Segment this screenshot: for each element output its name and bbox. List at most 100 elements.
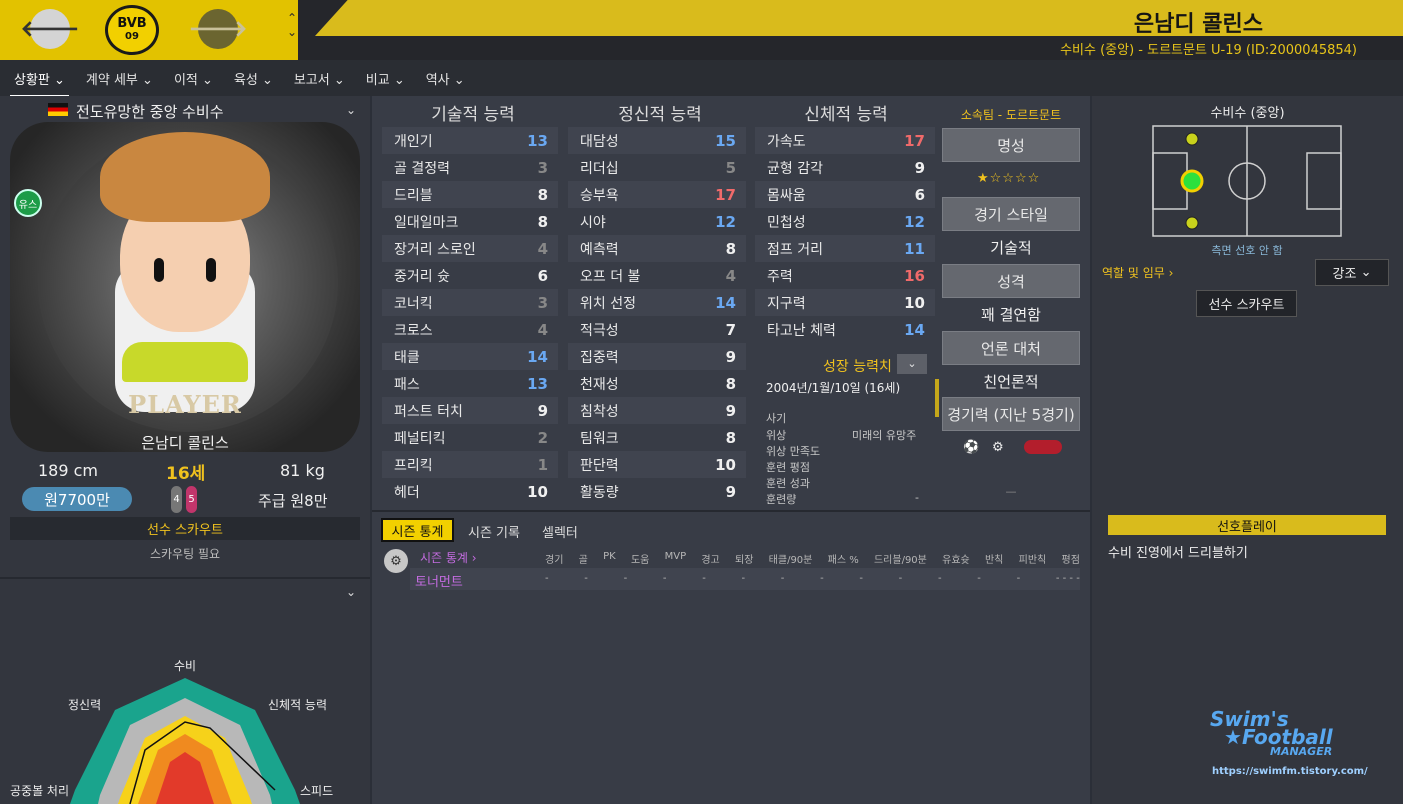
stats-column-header[interactable]: 반칙 [985, 551, 1003, 566]
club-label: 소속팀 - 도르트문트 [960, 108, 1062, 122]
mental-attribute-row[interactable]: 천재성 8 [568, 370, 746, 397]
growth-dropdown[interactable]: ⌄ [897, 354, 927, 374]
menu-overview[interactable]: 상황판 ⌄ [10, 63, 69, 98]
menu-development[interactable]: 육성 ⌄ [230, 63, 277, 94]
physical-attribute-row[interactable]: 민첩성 12 [755, 208, 935, 235]
menu-contract[interactable]: 계약 세부 ⌄ [82, 63, 157, 94]
physical-attribute-row[interactable]: 몸싸움 6 [755, 181, 935, 208]
technical-attribute-row[interactable]: 헤더 10 [382, 478, 558, 505]
emphasis-dropdown[interactable]: 강조 ⌄ [1315, 259, 1389, 286]
physical-attribute-row[interactable]: 점프 거리 11 [755, 235, 935, 262]
stats-column-header[interactable]: 평점 [1062, 551, 1080, 566]
stats-column-header[interactable]: MVP [665, 551, 687, 566]
stats-column-header[interactable]: 드리블/90분 [874, 551, 927, 566]
tab-season-stats[interactable]: 시즌 통계 [381, 518, 454, 542]
attribute-value: 6 [537, 266, 548, 285]
technical-attribute-row[interactable]: 프리킥 1 [382, 451, 558, 478]
tab-season-records[interactable]: 시즌 기록 [468, 522, 520, 541]
technical-attribute-row[interactable]: 골 결정력 3 [382, 154, 558, 181]
menu-compare[interactable]: 비교 ⌄ [362, 63, 409, 94]
physical-attribute-row[interactable]: 타고난 체력 14 [755, 316, 935, 343]
form-button[interactable]: 경기력 (지난 5경기) [942, 397, 1080, 431]
physical-attribute-row[interactable]: 주력 16 [755, 262, 935, 289]
attribute-name: 판단력 [580, 457, 619, 474]
technical-attribute-row[interactable]: 개인기 13 [382, 127, 558, 154]
physical-attribute-row[interactable]: 지구력 10 [755, 289, 935, 316]
tab-selector[interactable]: 셀렉터 [542, 522, 578, 541]
physical-attribute-row[interactable]: 균형 감각 9 [755, 154, 935, 181]
growth-training-result: 훈련 성과 [766, 477, 810, 490]
technical-attribute-row[interactable]: 드리블 8 [382, 181, 558, 208]
transfer-value-badge[interactable]: 원7700만 [22, 487, 132, 511]
stats-settings-icon[interactable]: ⚙ [384, 549, 408, 573]
position-note: 측면 선호 안 함 [1211, 244, 1283, 257]
mental-attribute-row[interactable]: 침착성 9 [568, 397, 746, 424]
mental-attribute-row[interactable]: 적극성 7 [568, 316, 746, 343]
attribute-value: 6 [914, 185, 925, 204]
competition-name[interactable]: 토너먼트 [415, 571, 463, 590]
season-stats-link[interactable]: 시즌 통계 › [420, 549, 477, 566]
mental-attribute-row[interactable]: 집중력 9 [568, 343, 746, 370]
technical-attribute-row[interactable]: 태클 14 [382, 343, 558, 370]
forward-button[interactable]: 🡒 [189, 9, 248, 49]
arrow-right-icon: 🡒 [188, 17, 248, 42]
radar-label-aerial: 공중볼 처리 [10, 784, 69, 798]
roles-duties-link[interactable]: 역할 및 임무 › [1102, 264, 1173, 281]
stats-column-header[interactable]: 피반칙 [1019, 551, 1047, 566]
attribute-name: 균형 감각 [767, 160, 823, 177]
stats-column-header[interactable]: 태클/90분 [769, 551, 813, 566]
attribute-name: 리더십 [580, 160, 619, 177]
stats-column-header[interactable]: 패스 % [828, 551, 859, 566]
stats-column-header[interactable]: 경고 [701, 551, 719, 566]
attribute-name: 위치 선정 [580, 295, 636, 312]
personality-button[interactable]: 성격 [942, 264, 1080, 298]
menu-transfer[interactable]: 이적 ⌄ [170, 63, 217, 94]
physical-attribute-row[interactable]: 가속도 17 [755, 127, 935, 154]
back-button[interactable]: 🡐 [21, 9, 80, 49]
technical-attribute-row[interactable]: 일대일마크 8 [382, 208, 558, 235]
preferred-move-item: 수비 진영에서 드리블하기 [1108, 546, 1248, 561]
playing-style-button[interactable]: 경기 스타일 [942, 197, 1080, 231]
history-arrows[interactable]: ⌃ ⌄ [287, 4, 297, 46]
mental-attribute-row[interactable]: 시야 12 [568, 208, 746, 235]
stats-column-header[interactable]: 도움 [631, 551, 649, 566]
growth-dash: - [915, 491, 919, 504]
technical-attribute-row[interactable]: 페널티킥 2 [382, 424, 558, 451]
chevron-down-icon[interactable]: ⌄ [346, 585, 356, 599]
club-crest[interactable]: BVB 09 [105, 5, 159, 55]
stats-column-header[interactable]: 퇴장 [735, 551, 753, 566]
reputation-button[interactable]: 명성 [942, 128, 1080, 162]
mental-attribute-row[interactable]: 대담성 15 [568, 127, 746, 154]
technical-attribute-row[interactable]: 크로스 4 [382, 316, 558, 343]
mental-attribute-row[interactable]: 리더십 5 [568, 154, 746, 181]
mental-attribute-row[interactable]: 위치 선정 14 [568, 289, 746, 316]
scout-player-button[interactable]: 선수 스카우트 [1196, 290, 1297, 317]
attribute-name: 퍼스트 터치 [394, 403, 463, 420]
menu-history[interactable]: 역사 ⌄ [422, 63, 469, 94]
technical-attribute-row[interactable]: 중거리 슛 6 [382, 262, 558, 289]
player-subtitle: 수비수 (중앙) - 도르트문트 U-19 (ID:2000045854) [1060, 43, 1357, 58]
stats-column-header[interactable]: PK [603, 551, 616, 566]
menu-reports[interactable]: 보고서 ⌄ [290, 63, 349, 94]
mental-attribute-row[interactable]: 오프 더 볼 4 [568, 262, 746, 289]
mental-attribute-row[interactable]: 예측력 8 [568, 235, 746, 262]
scrollbar-thumb[interactable] [935, 379, 939, 417]
chevron-down-icon[interactable]: ⌄ [346, 103, 356, 117]
stats-column-header[interactable]: 유효슛 [942, 551, 970, 566]
mental-attribute-row[interactable]: 승부욕 17 [568, 181, 746, 208]
technical-attribute-row[interactable]: 코너킥 3 [382, 289, 558, 316]
mental-attribute-row[interactable]: 활동량 9 [568, 478, 746, 505]
technical-attribute-row[interactable]: 퍼스트 터치 9 [382, 397, 558, 424]
attribute-value: 17 [904, 131, 925, 150]
chevron-down-icon: ⌄ [907, 357, 917, 370]
technical-attribute-row[interactable]: 장거리 스로인 4 [382, 235, 558, 262]
stats-column-header[interactable]: 골 [579, 551, 588, 566]
attribute-name: 코너킥 [394, 295, 433, 312]
mental-attribute-row[interactable]: 팀워크 8 [568, 424, 746, 451]
technical-attribute-row[interactable]: 패스 13 [382, 370, 558, 397]
stats-column-header[interactable]: 경기 [545, 551, 563, 566]
growth-status: 위상 [766, 429, 787, 442]
mental-attribute-row[interactable]: 판단력 10 [568, 451, 746, 478]
position-marker-primary [1180, 169, 1204, 193]
media-handling-button[interactable]: 언론 대처 [942, 331, 1080, 365]
